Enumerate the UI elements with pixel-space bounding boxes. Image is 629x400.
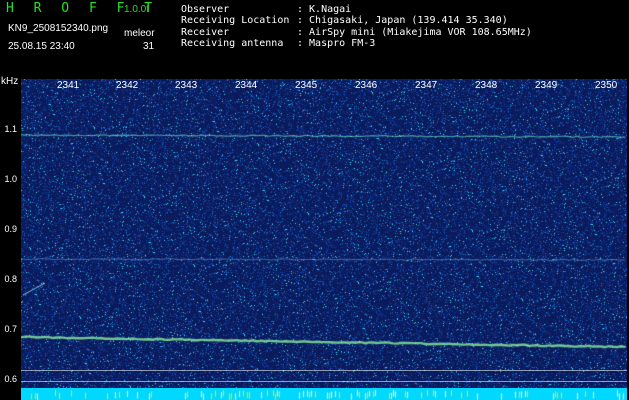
x-tick: 2346 [355, 80, 378, 91]
reference-line [21, 370, 627, 371]
meleor-label: meleor [124, 28, 155, 39]
status-strip [21, 388, 627, 400]
x-tick: 2341 [57, 80, 80, 91]
x-tick: 2343 [175, 80, 198, 91]
x-tick: 2345 [295, 80, 318, 91]
count-label: 31 [143, 41, 155, 52]
datetime-label: 25.08.15 23:40 [8, 41, 75, 52]
reference-line [21, 381, 627, 382]
filename-label: KN9_2508152340.png [8, 23, 109, 34]
spectrogram-canvas [21, 79, 627, 388]
location-label: Receiving Location [181, 15, 290, 26]
antenna-label: Receiving antenna [181, 38, 284, 49]
version-label: 1.0.0f [124, 4, 150, 15]
x-tick: 2349 [535, 80, 558, 91]
x-tick: 2348 [475, 80, 498, 91]
y-unit-label: kHz [1, 76, 19, 87]
antenna-value: : Maspro FM-3 [297, 38, 376, 49]
x-tick: 2350 [595, 80, 618, 91]
x-tick: 2342 [116, 80, 139, 91]
x-tick: 2347 [415, 80, 438, 91]
header-panel: H R O F F T 1.0.0f KN9_2508152340.png me… [0, 0, 629, 78]
location-value: : Chigasaki, Japan (139.414 35.340) [297, 15, 508, 26]
spectrogram-plot[interactable] [21, 79, 627, 388]
x-tick: 2344 [235, 80, 258, 91]
status-strip-canvas [21, 388, 627, 400]
